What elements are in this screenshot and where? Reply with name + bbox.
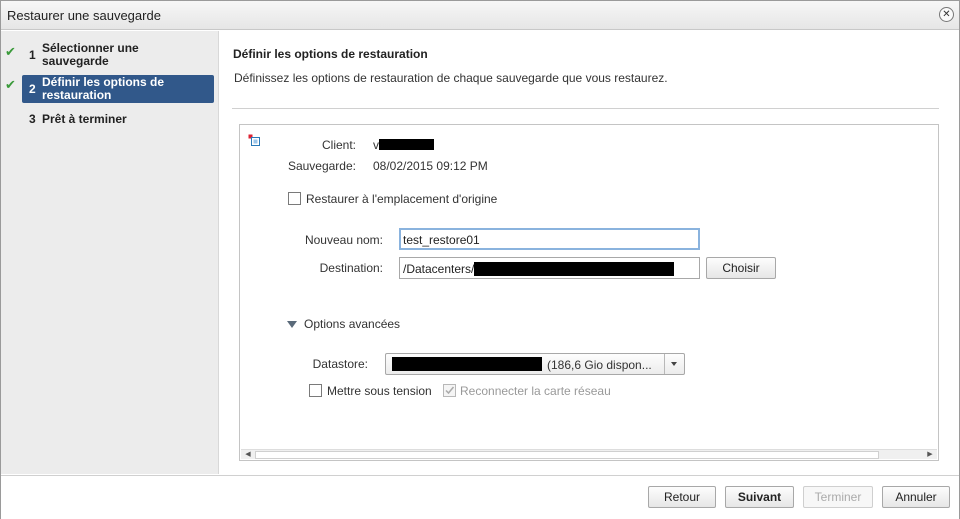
expand-triangle-icon[interactable] xyxy=(287,321,297,328)
scroll-right-icon[interactable]: ▶ xyxy=(924,450,936,460)
restore-options-panel: Client: v Sauvegarde: 08/02/2015 09:12 P… xyxy=(239,124,939,461)
step-number: 3 xyxy=(29,112,36,126)
horizontal-scrollbar[interactable]: ◀ ▶ xyxy=(241,449,937,459)
scrollbar-thumb[interactable] xyxy=(255,451,879,459)
restore-original-checkbox[interactable] xyxy=(288,192,301,205)
datastore-label: Datastore: xyxy=(312,357,368,371)
close-icon[interactable]: ✕ xyxy=(939,7,954,22)
wizard-step-1[interactable]: 1 Sélectionner une sauvegarde xyxy=(22,41,214,69)
advanced-options-toggle[interactable]: Options avancées xyxy=(304,317,400,331)
step-1-check-icon: ✔ xyxy=(5,44,16,59)
page-description: Définissez les options de restauration d… xyxy=(234,71,668,85)
redacted-block xyxy=(474,262,675,276)
restore-backup-dialog: Restaurer une sauvegarde ✕ ✔ 1 Sélection… xyxy=(0,0,960,519)
reconnect-nic-checkbox[interactable] xyxy=(443,384,456,397)
dialog-title: Restaurer une sauvegarde xyxy=(7,8,161,23)
dialog-titlebar: Restaurer une sauvegarde ✕ xyxy=(1,1,959,30)
redacted-block xyxy=(392,357,542,371)
divider xyxy=(232,108,939,109)
wizard-steps-sidebar: ✔ 1 Sélectionner une sauvegarde ✔ 2 Défi… xyxy=(1,31,219,474)
step-number: 1 xyxy=(29,48,36,62)
step-2-check-icon: ✔ xyxy=(5,77,16,92)
power-on-checkbox[interactable] xyxy=(309,384,322,397)
client-label: Client: xyxy=(321,138,356,152)
dialog-footer: Retour Suivant Terminer Annuler xyxy=(1,475,959,519)
backup-value: 08/02/2015 09:12 PM xyxy=(373,159,488,173)
checkmark-icon xyxy=(445,386,455,395)
new-name-label: Nouveau nom: xyxy=(304,233,383,247)
step-label: Prêt à terminer xyxy=(42,112,127,126)
cancel-button[interactable]: Annuler xyxy=(882,486,950,508)
datastore-value: (186,6 Gio dispon... xyxy=(547,358,652,372)
choose-button[interactable]: Choisir xyxy=(706,257,776,279)
back-button[interactable]: Retour xyxy=(648,486,716,508)
finish-button[interactable]: Terminer xyxy=(803,486,873,508)
vm-icon xyxy=(248,134,260,146)
client-value: v xyxy=(373,138,434,152)
scroll-left-icon[interactable]: ◀ xyxy=(242,450,254,460)
step-label: restauration xyxy=(42,88,112,102)
page-title: Définir les options de restauration xyxy=(233,47,428,61)
reconnect-nic-label: Reconnecter la carte réseau xyxy=(460,384,611,398)
restore-original-label: Restaurer à l'emplacement d'origine xyxy=(306,192,498,206)
backup-label: Sauvegarde: xyxy=(287,159,356,173)
wizard-step-3[interactable]: 3 Prêt à terminer xyxy=(22,112,214,128)
wizard-step-2[interactable]: 2 Définir les options de restauration xyxy=(22,75,214,103)
redacted-block xyxy=(379,139,434,150)
next-button[interactable]: Suivant xyxy=(725,486,794,508)
datastore-select[interactable]: (186,6 Gio dispon... xyxy=(385,353,685,375)
step-label: sauvegarde xyxy=(42,54,109,68)
step-number: 2 xyxy=(29,82,36,96)
destination-input[interactable]: /Datacenters/ xyxy=(399,257,700,279)
destination-label: Destination: xyxy=(319,261,383,275)
dropdown-toggle[interactable] xyxy=(664,354,684,374)
main-content: Définir les options de restauration Défi… xyxy=(220,31,959,474)
new-name-input[interactable]: test_restore01 xyxy=(399,228,700,250)
chevron-down-icon xyxy=(671,362,677,366)
power-on-label: Mettre sous tension xyxy=(327,384,432,398)
